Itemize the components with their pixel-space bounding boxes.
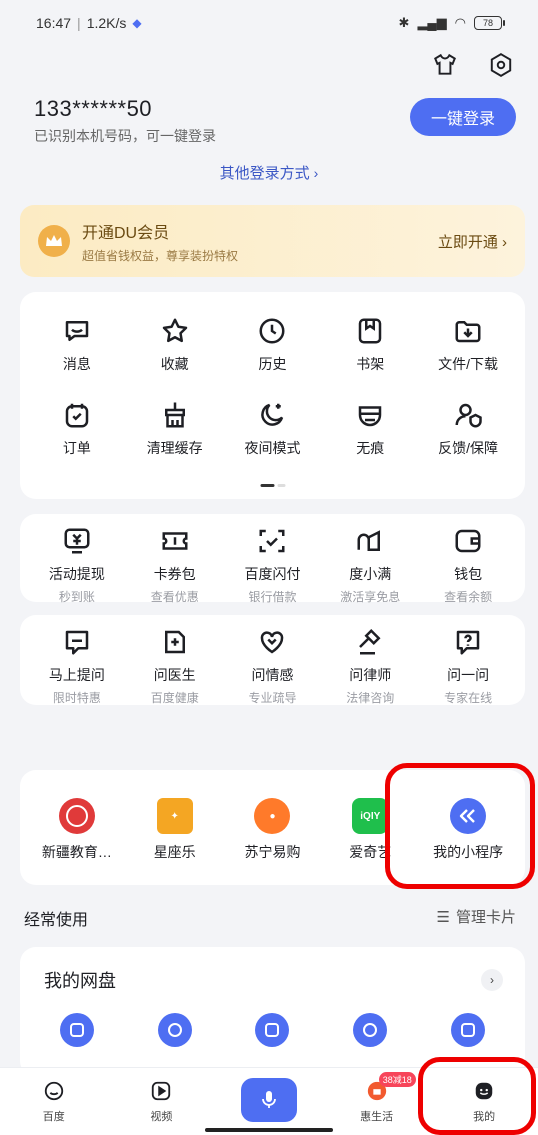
- tool-history[interactable]: 历史: [224, 316, 322, 374]
- mini-app-xinjiang-education[interactable]: 新疆教育…: [28, 798, 126, 862]
- vip-banner[interactable]: 开通DU会员 超值省钱权益，尊享装扮特权 立即开通 ›: [20, 205, 525, 277]
- bluetooth-icon: ✱: [398, 15, 410, 30]
- iqiyi-logo-icon: iQIY: [352, 798, 389, 834]
- battery-icon: 78: [474, 16, 505, 30]
- baidu-home-icon: [44, 1081, 63, 1101]
- other-login-link[interactable]: 其他登录方式 ›: [0, 162, 538, 183]
- netdisk-audio-icon: [255, 1013, 290, 1047]
- message-icon: [62, 316, 92, 346]
- netdisk-item[interactable]: [419, 1013, 517, 1047]
- question-icon: [453, 627, 483, 657]
- crown-icon: [38, 225, 70, 257]
- suning-logo-icon: ●: [254, 798, 291, 834]
- status-bar: 16:47 | 1.2K/s ◆ ✱ ▂▄▆ ◠ 78: [0, 0, 538, 46]
- netdisk-title: 我的网盘: [44, 971, 116, 991]
- manage-cards-button[interactable]: ☰ 管理卡片: [437, 906, 516, 927]
- phone-hint: 已识别本机号码，可一键登录: [34, 128, 216, 144]
- page-indicator: [260, 484, 285, 487]
- nav-voice-search[interactable]: [215, 1068, 323, 1135]
- mini-app-xingzuole[interactable]: ✦ 星座乐: [126, 798, 224, 862]
- list-icon: ☰: [436, 908, 450, 926]
- netdisk-item[interactable]: [126, 1013, 224, 1047]
- service-ask-doctor[interactable]: 问医生 百度健康: [126, 627, 224, 706]
- signal-icon: ▂▄▆: [417, 15, 447, 30]
- netdisk-item[interactable]: [321, 1013, 419, 1047]
- law-icon: [355, 627, 385, 657]
- nav-life[interactable]: 38减18 惠生活: [323, 1068, 431, 1135]
- heart-icon: [257, 627, 287, 657]
- finance-withdraw[interactable]: 活动提现 秒到账: [28, 526, 126, 605]
- netdisk-more-chevron-icon[interactable]: ›: [481, 969, 503, 991]
- star-icon: [160, 316, 190, 346]
- tool-incognito[interactable]: 无痕: [321, 400, 419, 458]
- tool-download[interactable]: 文件/下载: [419, 316, 517, 374]
- wallet-icon: [453, 526, 483, 556]
- finance-wallet[interactable]: 钱包 查看余额: [419, 526, 517, 605]
- ask-icon: [62, 627, 92, 657]
- netdisk-video-icon: [157, 1013, 192, 1047]
- bookshelf-icon: [355, 316, 385, 346]
- xinjiang-education-logo-icon: [58, 798, 95, 834]
- video-icon: [152, 1081, 171, 1101]
- mic-icon: [240, 1078, 297, 1122]
- tools-card: 消息 收藏 历史 书架 文件/下载 订单 清理缓存 夜间模式 无痕 反馈/保障: [20, 292, 525, 499]
- account-info: 133******50 已识别本机号码，可一键登录: [34, 96, 216, 146]
- highlight-my-mini-programs: [385, 763, 535, 889]
- one-click-login-button[interactable]: 一键登录: [410, 98, 516, 136]
- nav-baidu[interactable]: 百度: [0, 1068, 108, 1135]
- chevron-right-icon: ›: [313, 165, 319, 181]
- service-ask-now[interactable]: 马上提问 限时特惠: [28, 627, 126, 706]
- download-icon: [453, 316, 483, 346]
- broom-icon: [160, 400, 190, 430]
- moon-icon: [257, 400, 287, 430]
- wifi-icon: ◠: [454, 15, 466, 30]
- withdraw-icon: [62, 526, 92, 556]
- mini-app-suning[interactable]: ● 苏宁易购: [224, 798, 322, 862]
- order-icon: [62, 400, 92, 430]
- service-ask-emotion[interactable]: 问情感 专业疏导: [224, 627, 322, 706]
- status-time: 16:47: [36, 15, 72, 31]
- home-indicator[interactable]: [205, 1128, 333, 1132]
- life-promo-badge: 38减18: [378, 1072, 416, 1087]
- tool-night-mode[interactable]: 夜间模式: [224, 400, 322, 458]
- tool-message[interactable]: 消息: [28, 316, 126, 374]
- netdisk-item[interactable]: [28, 1013, 126, 1047]
- tool-clear-cache[interactable]: 清理缓存: [126, 400, 224, 458]
- tool-favorites[interactable]: 收藏: [126, 316, 224, 374]
- service-ask-lawyer[interactable]: 问律师 法律咨询: [321, 627, 419, 706]
- finance-quickpay[interactable]: 百度闪付 银行借款: [224, 526, 322, 605]
- finance-card: 活动提现 秒到账 卡券包 查看优惠 百度闪付 银行借款 度小满 激活享免息 钱包…: [20, 514, 525, 605]
- xingzuole-logo-icon: ✦: [156, 798, 193, 834]
- tool-bookshelf[interactable]: 书架: [321, 316, 419, 374]
- netdisk-file-icon: [59, 1013, 94, 1047]
- clock-icon: [257, 316, 287, 346]
- finance-coupon[interactable]: 卡券包 查看优惠: [126, 526, 224, 605]
- feedback-icon: [453, 400, 483, 430]
- mask-icon: [355, 400, 385, 430]
- netdisk-recent-icon: [353, 1013, 388, 1047]
- vip-title: 开通DU会员: [82, 224, 170, 242]
- services-card: 马上提问 限时特惠 问医生 百度健康 问情感 专业疏导 问律师 法律咨询 问一问…: [20, 615, 525, 705]
- netdisk-item[interactable]: [224, 1013, 322, 1047]
- vip-open-button[interactable]: 立即开通 ›: [438, 231, 507, 252]
- nav-video[interactable]: 视频: [108, 1068, 216, 1135]
- highlight-nav-profile: [418, 1057, 536, 1135]
- status-speed: 1.2K/s: [86, 15, 127, 31]
- notification-icon: ◆: [132, 16, 142, 30]
- skin-shirt-icon[interactable]: [432, 52, 458, 83]
- duxiaoman-icon: [355, 526, 385, 556]
- scan-pay-icon: [257, 526, 287, 556]
- service-ask-question[interactable]: 问一问 专家在线: [419, 627, 517, 706]
- doctor-icon: [160, 627, 190, 657]
- vip-subtitle: 超值省钱权益，尊享装扮特权: [82, 248, 239, 263]
- masked-phone-number: 133******50: [34, 96, 153, 121]
- netdisk-device-icon: [451, 1013, 486, 1047]
- tool-orders[interactable]: 订单: [28, 400, 126, 458]
- frequent-section-title: 经常使用: [24, 912, 89, 929]
- finance-duxiaoman[interactable]: 度小满 激活享免息: [321, 526, 419, 605]
- tool-feedback[interactable]: 反馈/保障: [419, 400, 517, 458]
- settings-gear-icon[interactable]: [488, 52, 514, 83]
- coupon-icon: [160, 526, 190, 556]
